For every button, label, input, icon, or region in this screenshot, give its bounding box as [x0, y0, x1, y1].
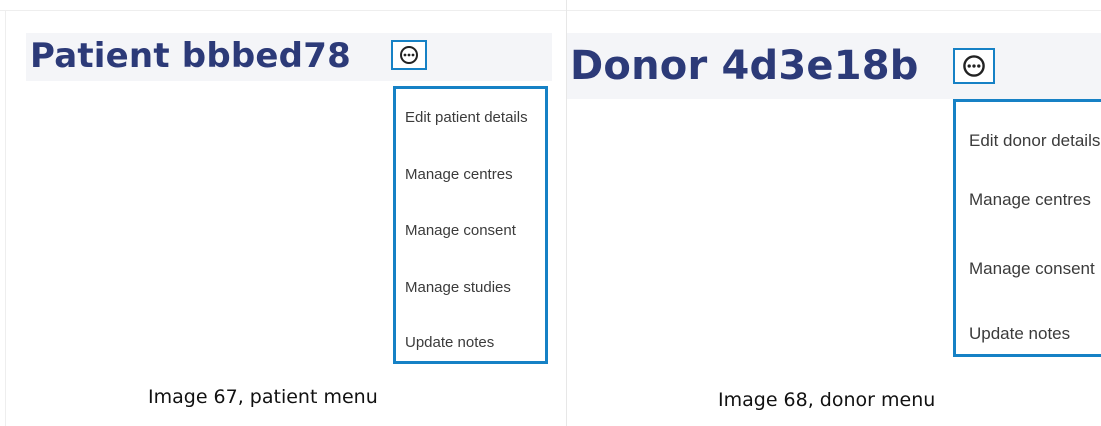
- menu-item-edit-donor-details[interactable]: Edit donor details: [969, 131, 1100, 151]
- patient-panel: Patient bbbed78 Edit patient details Man…: [0, 0, 567, 426]
- patient-title: Patient bbbed78: [30, 36, 351, 76]
- menu-item-manage-studies[interactable]: Manage studies: [405, 279, 511, 296]
- patient-menu-button[interactable]: [391, 40, 427, 70]
- patient-dropdown-menu: Edit patient details Manage centres Mana…: [393, 86, 548, 364]
- menu-item-manage-consent[interactable]: Manage consent: [405, 222, 516, 239]
- divider: [5, 10, 6, 426]
- more-options-circle-icon: [962, 54, 986, 78]
- donor-caption: Image 68, donor menu: [718, 389, 936, 411]
- more-options-circle-icon: [399, 45, 419, 65]
- donor-menu-button[interactable]: [953, 48, 995, 84]
- patient-caption: Image 67, patient menu: [148, 386, 378, 408]
- divider: [567, 10, 1101, 11]
- menu-item-manage-consent[interactable]: Manage consent: [969, 259, 1095, 279]
- menu-item-manage-centres[interactable]: Manage centres: [405, 166, 513, 183]
- menu-item-edit-patient-details[interactable]: Edit patient details: [405, 109, 528, 126]
- donor-title: Donor 4d3e18b: [570, 43, 919, 89]
- menu-item-update-notes[interactable]: Update notes: [969, 324, 1070, 344]
- menu-item-manage-centres[interactable]: Manage centres: [969, 190, 1091, 210]
- donor-dropdown-menu: Edit donor details Manage centres Manage…: [953, 99, 1101, 357]
- donor-panel: Donor 4d3e18b Edit donor details Manage …: [567, 0, 1101, 426]
- menu-item-update-notes[interactable]: Update notes: [405, 334, 494, 351]
- divider: [0, 10, 566, 11]
